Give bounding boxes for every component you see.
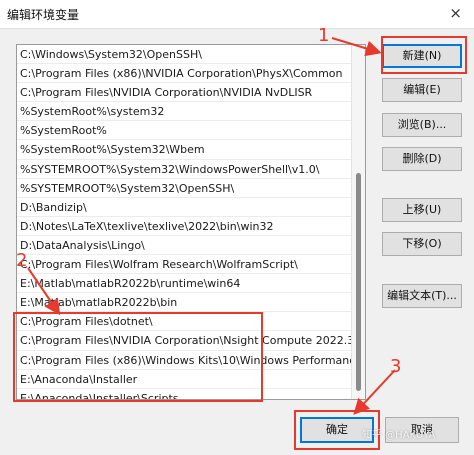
list-item[interactable]: E:\Matlab\matlabR2022b\bin (17, 293, 353, 313)
browse-button[interactable]: 浏览(B)... (382, 113, 462, 137)
list-item[interactable]: C:\Program Files\dotnet\ (17, 312, 353, 332)
list-item[interactable]: E:\Anaconda\Installer\Scripts (17, 389, 353, 399)
new-button[interactable]: 新建(N) (382, 44, 462, 68)
title-bar: 编辑环境变量 × (0, 0, 474, 29)
list-item[interactable]: C:\Windows\System32\OpenSSH\ (17, 45, 353, 65)
delete-button[interactable]: 删除(D) (382, 147, 462, 171)
scrollbar-thumb[interactable] (356, 173, 361, 391)
list-item[interactable]: C:\Program Files (x86)\NVIDIA Corporatio… (17, 64, 353, 84)
close-icon[interactable]: × (449, 4, 462, 22)
list-item[interactable]: C:\Program Files (x86)\Windows Kits\10\W… (17, 351, 353, 370)
vertical-scrollbar[interactable] (351, 45, 365, 399)
path-rows: C:\Windows\System32\OpenSSH\ C:\Program F… (17, 45, 353, 399)
list-item[interactable]: E:\Matlab\matlabR2022b\runtime\win64 (17, 274, 353, 294)
list-item[interactable]: D:\Bandizip\ (17, 198, 353, 217)
move-up-button[interactable]: 上移(U) (382, 198, 462, 222)
list-item[interactable]: %SYSTEMROOT%\System32\WindowsPowerShell\… (17, 160, 353, 179)
list-item[interactable]: C:\Program Files\Wolfram Research\Wolfra… (17, 255, 353, 275)
list-item[interactable]: %SystemRoot%\System32\Wbem (17, 140, 353, 160)
list-item[interactable]: %SystemRoot%\system32 (17, 102, 353, 122)
list-item[interactable]: C:\Program Files\NVIDIA Corporation\Nsig… (17, 331, 353, 351)
list-item[interactable]: %SystemRoot% (17, 121, 353, 141)
path-list[interactable]: C:\Windows\System32\OpenSSH\ C:\Program F… (16, 44, 366, 400)
list-item[interactable]: D:\Notes\LaTeX\texlive\texlive\2022\bin\… (17, 217, 353, 236)
edit-button[interactable]: 编辑(E) (382, 78, 462, 102)
list-item[interactable]: D:\DataAnalysis\Lingo\ (17, 236, 353, 256)
move-down-button[interactable]: 下移(O) (382, 232, 462, 256)
window-title: 编辑环境变量 (7, 8, 80, 22)
list-item[interactable]: E:\Anaconda\Installer (17, 370, 353, 389)
edit-text-button[interactable]: 编辑文本(T)... (382, 284, 462, 308)
cancel-button[interactable]: 取消 (385, 417, 459, 443)
list-item[interactable]: %SYSTEMROOT%\System32\OpenSSH\ (17, 179, 353, 198)
ok-button[interactable]: 确定 (300, 417, 374, 443)
annotation-number-3: 3 (390, 356, 402, 377)
list-item[interactable]: C:\Program Files\NVIDIA Corporation\NVID… (17, 83, 353, 103)
